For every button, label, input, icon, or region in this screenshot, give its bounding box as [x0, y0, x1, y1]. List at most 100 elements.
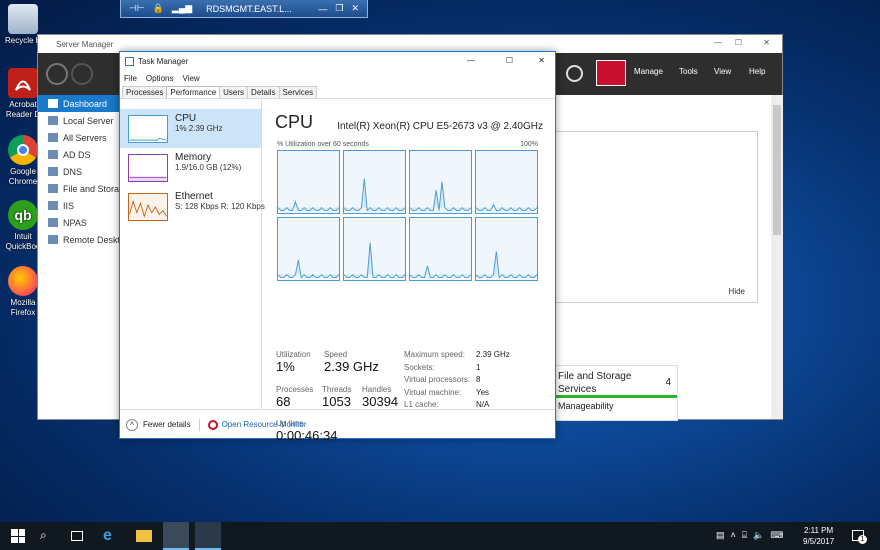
remote-desktop-icon [48, 235, 58, 244]
graph-label: % Utilization over 60 seconds [277, 141, 369, 148]
sm-minimize-icon[interactable]: — [714, 38, 722, 47]
show-hidden-icons-icon[interactable]: ˄ [731, 530, 736, 541]
resource-value: S: 128 Kbps R: 120 Kbps [175, 202, 265, 211]
view-menu[interactable]: View [714, 67, 731, 76]
core-graph [475, 150, 538, 214]
pin-icon[interactable]: ⊣⊢ [129, 3, 145, 14]
tab-processes[interactable]: Processes [122, 86, 168, 98]
storage-icon [48, 184, 58, 193]
network-icon[interactable]: ⌸ [742, 530, 747, 541]
nav-npas[interactable]: NPAS [38, 214, 120, 231]
menu-view[interactable]: View [182, 74, 199, 83]
open-resource-monitor-label: Open Resource Monitor [221, 420, 307, 429]
open-resource-monitor-link[interactable]: Open Resource Monitor [207, 419, 307, 430]
detail-key: Sockets: [404, 362, 435, 372]
server-manager-taskbar-icon[interactable] [195, 522, 221, 550]
tab-users[interactable]: Users [219, 86, 249, 98]
memory-thumbnail [128, 154, 168, 182]
ad-ds-icon [48, 150, 58, 159]
nav-file-storage[interactable]: File and Storag [38, 180, 120, 197]
threads-stat: Threads 1053 [322, 385, 352, 409]
resource-memory[interactable]: Memory 1.9/16.0 GB (12%) [120, 148, 261, 187]
hide-link[interactable]: Hide [729, 287, 745, 296]
sm-maximize-icon[interactable]: ☐ [735, 38, 742, 47]
lock-icon: 🔒 [152, 3, 164, 13]
nav-ad-ds[interactable]: AD DS [38, 146, 120, 163]
task-view-icon[interactable] [71, 531, 83, 541]
cpu-details: Maximum speed: 2.39 GHz Sockets: 1 Virtual… [404, 350, 510, 413]
help-menu[interactable]: Help [749, 67, 765, 76]
tools-menu[interactable]: Tools [679, 67, 698, 76]
handles-stat: Handles 30394 [362, 385, 399, 409]
clock-date: 9/5/2017 [803, 537, 835, 546]
back-button[interactable] [46, 63, 68, 85]
menu-file[interactable]: File [124, 74, 137, 83]
fewer-details-button[interactable]: ˄ Fewer details [126, 418, 191, 431]
refresh-icon[interactable] [566, 65, 583, 82]
task-manager-taskbar-icon[interactable] [163, 522, 189, 550]
volume-icon[interactable]: 🔈 [753, 530, 764, 541]
restore-icon[interactable]: ❐ [335, 3, 343, 14]
nav-dashboard[interactable]: Dashboard [38, 95, 120, 112]
edge-icon[interactable]: e [103, 528, 119, 544]
minimize-icon[interactable]: — [318, 4, 327, 14]
tm-maximize-icon[interactable]: ☐ [506, 56, 513, 65]
recycle-bin-label: Recycle B [4, 36, 41, 45]
tab-services[interactable]: Services [278, 86, 318, 98]
resource-value: 1.9/16.0 GB (12%) [175, 163, 242, 172]
nav-remote-desktop[interactable]: Remote Deskt [38, 231, 120, 248]
nav-all-servers[interactable]: All Servers [38, 129, 120, 146]
iis-icon [48, 201, 58, 210]
processes-stat: Processes 68 [276, 385, 314, 409]
resource-monitor-icon [207, 419, 218, 430]
action-center-icon[interactable]: 1 [852, 530, 867, 544]
taskbar: ⌕ e ▤ ˄ ⌸ 🔈 ⌨ 2:11 PM 9/5/2017 1 [0, 522, 880, 550]
task-manager-titlebar: Task Manager — ☐ ✕ [120, 52, 555, 71]
servers-icon [48, 133, 58, 142]
detail-value: 2.39 GHz [476, 350, 510, 359]
file-explorer-icon[interactable] [136, 530, 152, 542]
server-manager-title: Server Manager [56, 39, 114, 49]
dns-icon [48, 167, 58, 176]
tray-icon[interactable]: ▤ [716, 530, 725, 541]
tile-title-1: File and Storage [558, 371, 632, 382]
notifications-flag-icon[interactable] [596, 60, 626, 86]
cpu-core-graphs [277, 150, 538, 281]
search-icon[interactable]: ⌕ [40, 528, 56, 544]
windows-start-icon[interactable] [11, 529, 25, 543]
close-icon[interactable]: ✕ [351, 3, 359, 14]
clock[interactable]: 2:11 PM 9/5/2017 [803, 525, 834, 547]
menu-options[interactable]: Options [146, 74, 174, 83]
tile-title-2: Services [558, 384, 597, 395]
sm-scrollbar[interactable] [771, 95, 783, 419]
speed-stat: Speed 2.39 GHz [324, 350, 379, 374]
signal-icon: ▂▄▆ [171, 3, 193, 13]
core-graph [277, 150, 340, 214]
tile-manageability: Manageability [558, 401, 614, 411]
detail-key: Virtual machine: [404, 387, 462, 397]
task-manager-title: Task Manager [138, 57, 189, 66]
tab-details[interactable]: Details [247, 86, 280, 98]
welcome-panel: Hide [554, 131, 758, 303]
chevron-up-icon: ˄ [126, 418, 138, 431]
ethernet-thumbnail [128, 193, 168, 221]
core-graph [409, 217, 472, 281]
detail-value: 1 [476, 362, 481, 372]
tab-performance[interactable]: Performance [166, 86, 221, 98]
forward-button[interactable] [71, 63, 93, 85]
nav-local-server[interactable]: Local Server [38, 112, 120, 129]
nav-iis[interactable]: IIS [38, 197, 120, 214]
keyboard-icon[interactable]: ⌨ [770, 530, 783, 541]
resource-cpu[interactable]: CPU 1% 2.39 GHz [120, 109, 261, 148]
manage-menu[interactable]: Manage [634, 67, 663, 76]
file-storage-tile[interactable]: File and Storage Services 4 Manageabilit… [554, 365, 678, 421]
tm-minimize-icon[interactable]: — [467, 56, 475, 65]
resource-name: Memory [175, 152, 212, 163]
tm-close-icon[interactable]: ✕ [538, 56, 545, 65]
nav-dns[interactable]: DNS [38, 163, 120, 180]
sm-close-icon[interactable]: ✕ [763, 38, 770, 47]
resource-name: Ethernet [175, 191, 213, 202]
resource-ethernet[interactable]: Ethernet S: 128 Kbps R: 120 Kbps [120, 187, 265, 226]
rdp-title: RDSMGMT.EAST.L... [206, 3, 292, 14]
cpu-panel: CPU Intel(R) Xeon(R) CPU E5-2673 v3 @ 2.… [273, 99, 548, 443]
